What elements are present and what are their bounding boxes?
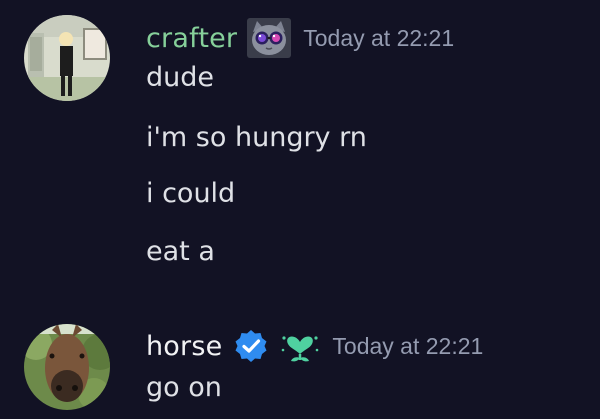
avatar-image: [24, 324, 110, 410]
message-text: dude: [146, 62, 215, 93]
message-header: crafter Today at 22:21: [146, 18, 454, 58]
username-crafter[interactable]: crafter: [146, 23, 237, 54]
timestamp[interactable]: Today at 22:21: [332, 333, 483, 360]
cat-galaxy-glasses-icon[interactable]: [247, 18, 292, 58]
message-text: go on: [146, 372, 222, 403]
avatar-horse[interactable]: [24, 324, 110, 410]
message-text: i'm so hungry rn: [146, 122, 367, 153]
message-group-crafter: crafter Today at 22:21 dude i'm so hungr…: [0, 0, 600, 300]
avatar-crafter[interactable]: [24, 15, 110, 101]
message-text: eat a: [146, 236, 215, 267]
message-group-horse: horse Today at 22:21 go on: [0, 300, 600, 419]
verified-check-icon[interactable]: [234, 329, 268, 363]
heart-sprout-icon[interactable]: [280, 328, 320, 364]
avatar-image: [24, 15, 110, 101]
message-header: horse Today at 22:21: [146, 326, 483, 366]
username-horse[interactable]: horse: [146, 331, 222, 362]
message-text: i could: [146, 178, 236, 209]
timestamp[interactable]: Today at 22:21: [303, 25, 454, 52]
